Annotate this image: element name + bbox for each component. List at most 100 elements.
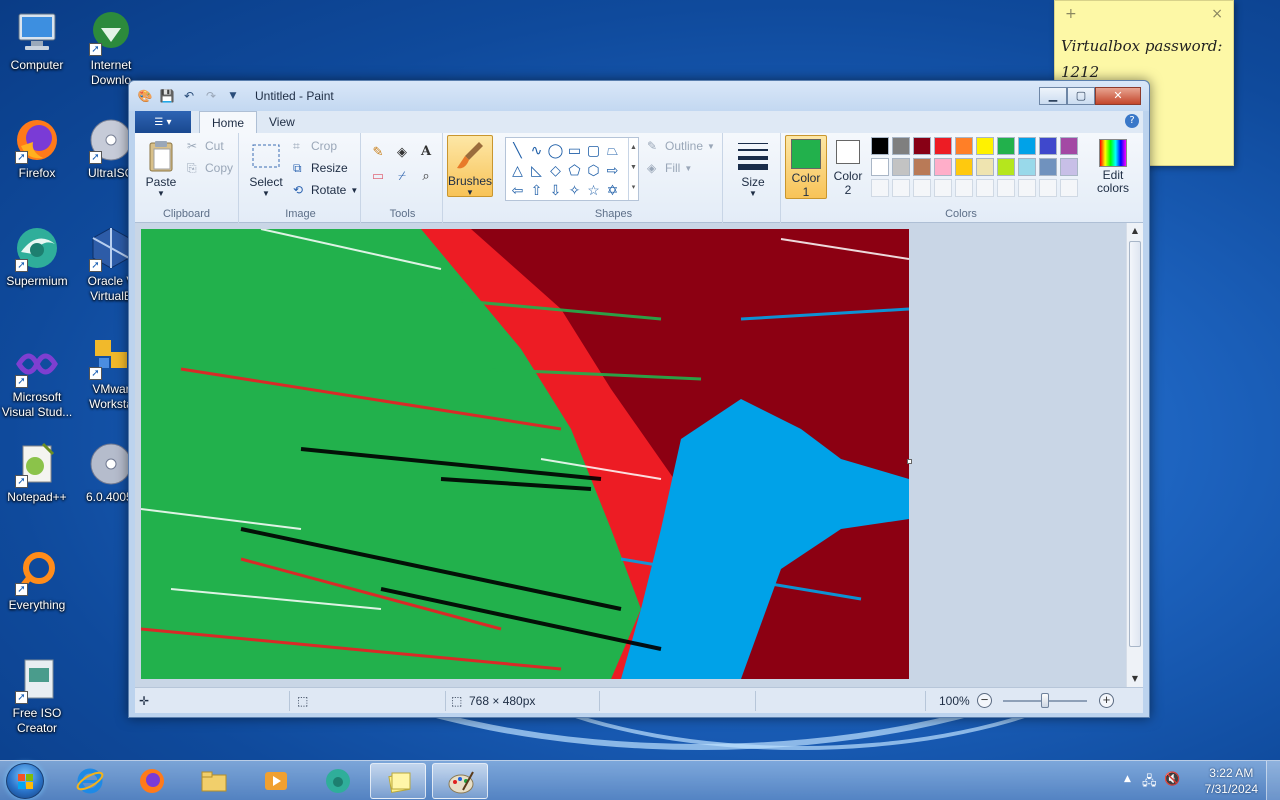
polygon-shape-icon[interactable]: ⏢ — [603, 140, 622, 160]
custom-color-slot[interactable] — [871, 179, 889, 197]
four-point-star-shape-icon[interactable]: ✧ — [565, 180, 584, 200]
volume-muted-icon[interactable]: 🔇 — [1164, 772, 1180, 787]
canvas-resize-handle[interactable] — [907, 459, 912, 464]
taskbar-item-internet-explorer[interactable] — [62, 763, 118, 799]
redo-icon[interactable]: ↷ — [203, 88, 219, 104]
edit-colors-button[interactable]: Edit colors — [1091, 139, 1135, 195]
palette-swatch[interactable] — [1018, 158, 1036, 176]
paint-app-icon[interactable]: 🎨 — [137, 88, 153, 104]
color-picker-icon[interactable]: ⌿ — [391, 165, 413, 187]
line-shape-icon[interactable]: ╲ — [508, 140, 527, 160]
tab-view[interactable]: View — [257, 111, 307, 133]
minimize-button[interactable]: ▁ — [1039, 87, 1067, 105]
oval-shape-icon[interactable]: ◯ — [546, 140, 565, 160]
color2-button[interactable]: Color 2 — [831, 138, 865, 197]
desktop-icon-everything[interactable]: ➚ Everything — [0, 548, 74, 613]
left-arrow-shape-icon[interactable]: ⇦ — [508, 180, 527, 200]
palette-swatch[interactable] — [892, 158, 910, 176]
select-button[interactable]: Select ▼ — [245, 139, 287, 198]
save-icon[interactable]: 💾 — [159, 88, 175, 104]
custom-color-slot[interactable] — [1018, 179, 1036, 197]
desktop-icon-visual-studio[interactable]: ➚ Microsoft Visual Stud... — [0, 340, 74, 420]
five-point-star-shape-icon[interactable]: ☆ — [584, 180, 603, 200]
scroll-up-icon[interactable]: ▲ — [1127, 223, 1143, 239]
palette-swatch[interactable] — [997, 137, 1015, 155]
palette-swatch[interactable] — [934, 137, 952, 155]
taskbar-item-firefox[interactable] — [124, 763, 180, 799]
custom-color-slot[interactable] — [955, 179, 973, 197]
title-bar[interactable]: 🎨 💾 ↶ ↷ ▼ Untitled - Paint ▁ ▢ ✕ — [129, 81, 1149, 111]
taskbar-item-paint[interactable] — [432, 763, 488, 799]
down-arrow-shape-icon[interactable]: ⇩ — [546, 180, 565, 200]
diamond-shape-icon[interactable]: ◇ — [546, 160, 565, 180]
help-icon[interactable]: ? — [1125, 114, 1139, 128]
scroll-down-icon[interactable]: ▼ — [1127, 671, 1143, 687]
cut-button[interactable]: ✂ Cut — [187, 139, 224, 153]
desktop-icon-computer[interactable]: Computer — [0, 8, 74, 73]
palette-swatch[interactable] — [976, 158, 994, 176]
custom-color-slot[interactable] — [976, 179, 994, 197]
palette-swatch[interactable] — [871, 137, 889, 155]
palette-swatch[interactable] — [1018, 137, 1036, 155]
text-tool-icon[interactable]: A — [415, 141, 437, 163]
crop-button[interactable]: ⌗ Crop — [293, 139, 337, 153]
fill-button[interactable]: ◈ Fill ▼ — [647, 161, 692, 175]
triangle-shape-icon[interactable]: △ — [508, 160, 527, 180]
resize-button[interactable]: ⧉ Resize — [293, 161, 348, 175]
palette-swatch[interactable] — [955, 137, 973, 155]
custom-color-slot[interactable] — [1039, 179, 1057, 197]
taskbar-item-supermium[interactable] — [310, 763, 366, 799]
taskbar-item-file-explorer[interactable] — [186, 763, 242, 799]
fill-bucket-icon[interactable]: ◈ — [391, 141, 413, 163]
palette-swatch[interactable] — [1039, 158, 1057, 176]
undo-icon[interactable]: ↶ — [181, 88, 197, 104]
magnifier-icon[interactable]: ⌕ — [415, 165, 437, 187]
maximize-button[interactable]: ▢ — [1067, 87, 1095, 105]
custom-color-slot[interactable] — [1060, 179, 1078, 197]
palette-swatch[interactable] — [913, 137, 931, 155]
copy-button[interactable]: ⎘ Copy — [187, 161, 233, 175]
right-arrow-shape-icon[interactable]: ⇨ — [603, 160, 622, 180]
customize-qat-icon[interactable]: ▼ — [225, 88, 241, 104]
size-button[interactable]: Size ▼ — [733, 139, 773, 198]
pencil-icon[interactable]: ✎ — [367, 141, 389, 163]
drawing-canvas[interactable] — [141, 229, 909, 679]
six-point-star-shape-icon[interactable]: ✡ — [603, 180, 622, 200]
rounded-rectangle-shape-icon[interactable]: ▢ — [584, 140, 603, 160]
network-icon[interactable]: 🖧 — [1142, 772, 1157, 794]
desktop-icon-firefox[interactable]: ➚ Firefox — [0, 116, 74, 181]
palette-swatch[interactable] — [976, 137, 994, 155]
show-hidden-icons-button[interactable]: ▲ — [1124, 774, 1131, 784]
pentagon-shape-icon[interactable]: ⬠ — [565, 160, 584, 180]
custom-color-slot[interactable] — [892, 179, 910, 197]
custom-color-slot[interactable] — [913, 179, 931, 197]
desktop-icon-notepadpp[interactable]: ➚ Notepad++ — [0, 440, 74, 505]
shapes-scroll[interactable]: ▲ ▼ ▾ — [628, 138, 638, 200]
rectangle-shape-icon[interactable]: ▭ — [565, 140, 584, 160]
palette-swatch[interactable] — [1060, 137, 1078, 155]
file-menu-button[interactable]: ☰ ▾ — [135, 111, 191, 133]
outline-button[interactable]: ✎ Outline ▼ — [647, 139, 715, 153]
show-desktop-button[interactable] — [1266, 761, 1280, 800]
tab-home[interactable]: Home — [199, 111, 258, 133]
vertical-scrollbar[interactable]: ▲ ▼ — [1126, 223, 1143, 687]
palette-swatch[interactable] — [1060, 158, 1078, 176]
paste-button[interactable]: Paste ▼ — [141, 139, 181, 198]
palette-swatch[interactable] — [892, 137, 910, 155]
eraser-icon[interactable]: ▭ — [367, 165, 389, 187]
brushes-button[interactable]: Brushes ▼ — [447, 135, 493, 197]
clock[interactable]: 3:22 AM 7/31/2024 — [1205, 765, 1258, 797]
palette-swatch[interactable] — [997, 158, 1015, 176]
taskbar-item-sticky-notes[interactable] — [370, 763, 426, 799]
taskbar-item-media-player[interactable] — [248, 763, 304, 799]
palette-swatch[interactable] — [913, 158, 931, 176]
right-triangle-shape-icon[interactable]: ◺ — [527, 160, 546, 180]
palette-swatch[interactable] — [1039, 137, 1057, 155]
rotate-button[interactable]: ⟲ Rotate ▼ — [293, 183, 358, 197]
palette-swatch[interactable] — [871, 158, 889, 176]
hexagon-shape-icon[interactable]: ⬡ — [584, 160, 603, 180]
close-note-button[interactable]: × — [1211, 6, 1223, 22]
start-button[interactable] — [6, 763, 44, 799]
palette-swatch[interactable] — [955, 158, 973, 176]
desktop-icon-supermium[interactable]: ➚ Supermium — [0, 224, 74, 289]
